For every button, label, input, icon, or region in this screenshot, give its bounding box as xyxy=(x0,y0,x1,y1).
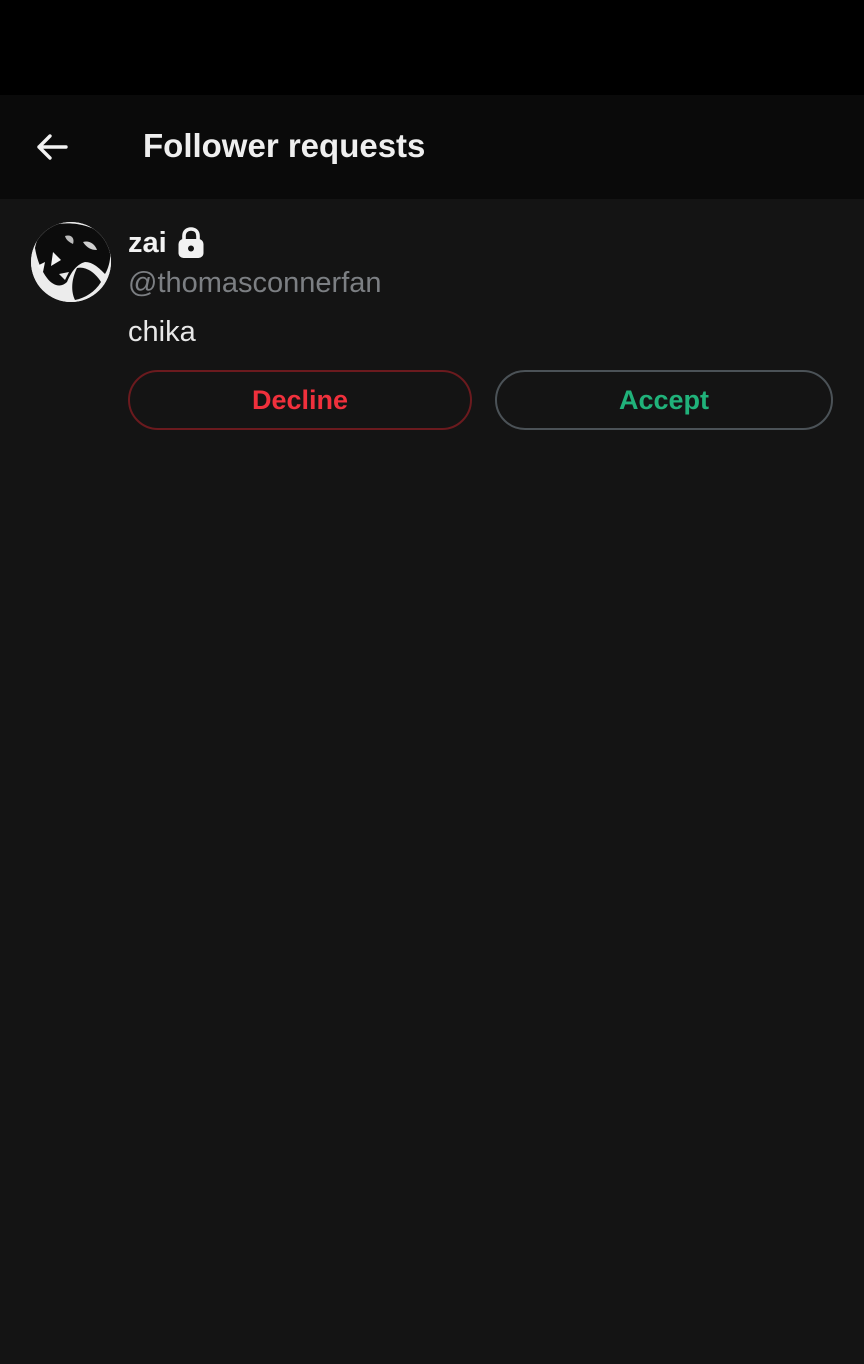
lock-icon xyxy=(177,226,205,260)
user-handle[interactable]: @thomasconnerfan xyxy=(128,265,382,301)
decline-button[interactable]: Decline xyxy=(128,370,472,430)
status-bar xyxy=(0,0,864,95)
avatar[interactable] xyxy=(31,222,111,302)
user-bio: chika xyxy=(128,316,196,348)
back-button[interactable] xyxy=(26,124,78,170)
display-name[interactable]: zai xyxy=(128,225,167,261)
page-title: Follower requests xyxy=(143,127,426,164)
arrow-left-icon xyxy=(36,133,68,161)
name-row: zai xyxy=(128,223,205,263)
accept-button[interactable]: Accept xyxy=(495,370,833,430)
top-app-bar: Follower requests xyxy=(0,95,864,199)
follower-request-item: zai @thomasconnerfan chika Decline Accep… xyxy=(0,199,864,459)
